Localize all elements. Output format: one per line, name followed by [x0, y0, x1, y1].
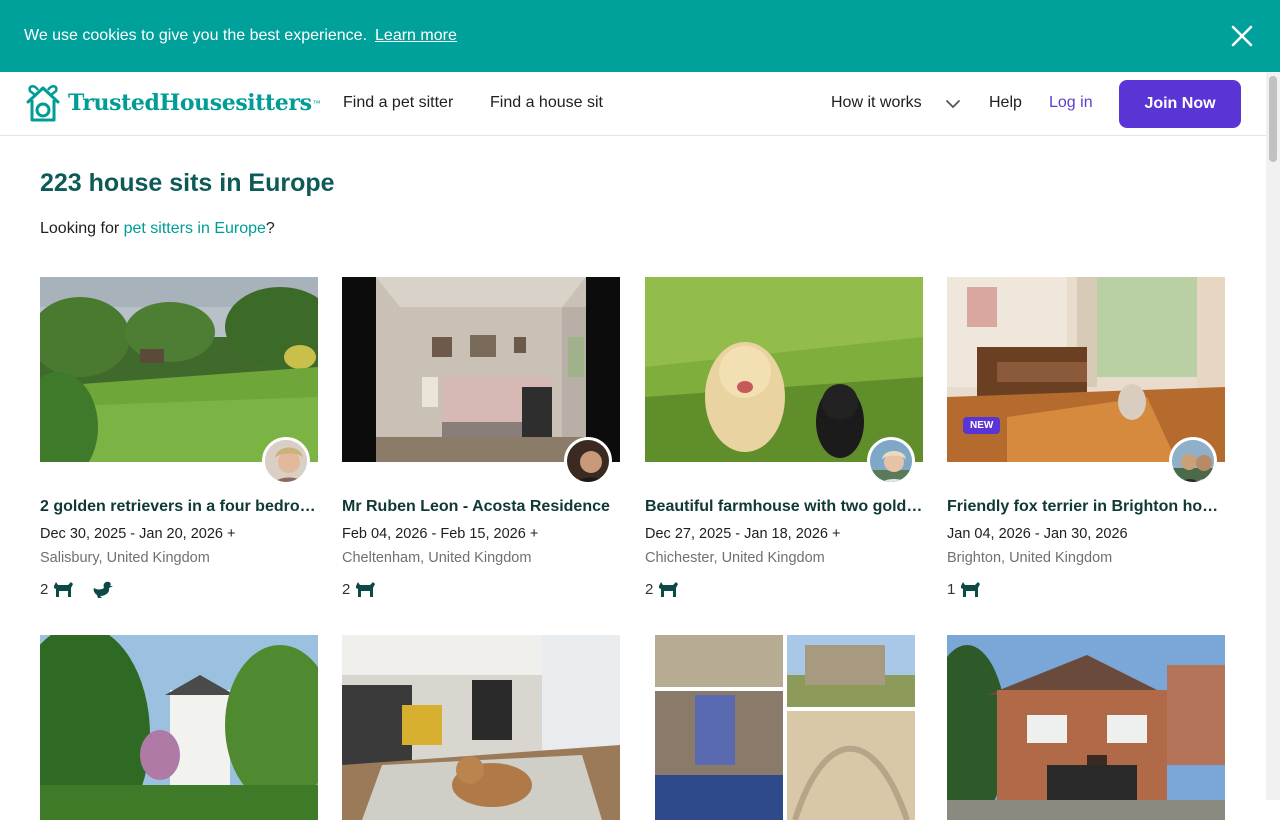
dog-icon	[961, 582, 981, 597]
logo-trademark: ™	[312, 98, 321, 108]
subtitle-suffix: ?	[265, 220, 275, 237]
listing-photo-dogs-field[interactable]	[645, 277, 923, 462]
page-title: 223 house sits in Europe	[40, 169, 335, 197]
listing-card[interactable]	[40, 635, 318, 820]
subtitle-prefix: Looking for	[40, 220, 124, 237]
pet-count: 2	[40, 580, 49, 598]
listing-location: Cheltenham, United Kingdom	[342, 550, 532, 566]
host-avatar[interactable]	[867, 437, 915, 485]
site-header: TrustedHousesitters ™ Find a pet sitter …	[0, 72, 1266, 136]
listing-photo-dining-room[interactable]	[947, 277, 1225, 462]
chevron-down-icon[interactable]	[945, 98, 961, 110]
cookie-banner: We use cookies to give you the best expe…	[0, 0, 1280, 72]
listing-location: Chichester, United Kingdom	[645, 550, 825, 566]
nav-find-house-sit[interactable]: Find a house sit	[490, 94, 603, 112]
listing-photo-brick-house[interactable]	[947, 635, 1225, 820]
listing-photo-bedroom[interactable]	[342, 277, 620, 462]
pet-count: 1	[947, 580, 956, 598]
listing-card[interactable]	[342, 635, 620, 820]
listing-photo-garden[interactable]	[40, 277, 318, 462]
new-badge: NEW	[963, 417, 1001, 434]
close-icon[interactable]	[1230, 24, 1254, 48]
pet-count: 2	[645, 580, 654, 598]
house-heart-logo-icon	[26, 85, 60, 122]
logo-wordmark: TrustedHousesitters	[68, 90, 312, 116]
cookie-text: We use cookies to give you the best expe…	[24, 27, 368, 44]
listing-card[interactable]	[947, 635, 1225, 820]
nav-login[interactable]: Log in	[1049, 94, 1093, 112]
join-now-button[interactable]: Join Now	[1119, 80, 1241, 128]
listing-dates: Jan 04, 2026 - Jan 30, 2026	[947, 526, 1128, 542]
host-avatar[interactable]	[1169, 437, 1217, 485]
bird-icon	[93, 581, 114, 598]
listing-dates: Dec 30, 2025 - Jan 20, 2026 +	[40, 526, 236, 542]
nav-how-it-works[interactable]: How it works	[831, 94, 922, 112]
page-subtitle: Looking for pet sitters in Europe?	[40, 220, 275, 238]
dog-icon	[356, 582, 376, 597]
nav-find-pet-sitter[interactable]: Find a pet sitter	[343, 94, 453, 112]
listing-card[interactable]: Mr Ruben Leon - Acosta Residence Feb 04,…	[342, 277, 620, 598]
listing-card[interactable]: Beautiful farmhouse with two golden dogs…	[645, 277, 923, 598]
listing-pets: 2	[645, 580, 693, 598]
listing-card[interactable]: NEW Friendly fox terrier in Brighton hom…	[947, 277, 1225, 598]
pet-sitters-europe-link[interactable]: pet sitters in Europe	[124, 220, 266, 237]
dog-icon	[659, 582, 679, 597]
listing-location: Salisbury, United Kingdom	[40, 550, 210, 566]
listing-dates: Dec 27, 2025 - Jan 18, 2026 +	[645, 526, 841, 542]
dog-icon	[54, 582, 74, 597]
logo[interactable]: TrustedHousesitters ™	[24, 82, 321, 124]
listing-photo-white-house-garden[interactable]	[40, 635, 318, 820]
listing-photo-cathedral-collage[interactable]	[645, 635, 923, 820]
listing-pets: 1	[947, 580, 995, 598]
listing-pets: 2	[40, 580, 128, 598]
scrollbar-thumb[interactable]	[1269, 76, 1277, 162]
host-avatar[interactable]	[564, 437, 612, 485]
listing-title[interactable]: Beautiful farmhouse with two golden dogs	[645, 498, 923, 516]
cookie-learn-more-link[interactable]: Learn more	[375, 27, 457, 45]
listing-title[interactable]: Friendly fox terrier in Brighton home	[947, 498, 1225, 516]
listing-title[interactable]: Mr Ruben Leon - Acosta Residence	[342, 498, 620, 516]
listing-card[interactable]: 2 golden retrievers in a four bedroom ho…	[40, 277, 318, 598]
listing-title[interactable]: 2 golden retrievers in a four bedroom ho…	[40, 498, 318, 516]
listing-dates: Feb 04, 2026 - Feb 15, 2026 +	[342, 526, 539, 542]
pet-count: 2	[342, 580, 351, 598]
page-scrollbar[interactable]	[1266, 72, 1280, 800]
listing-photo-living-room-dog[interactable]	[342, 635, 620, 820]
listing-card[interactable]	[645, 635, 923, 820]
nav-help[interactable]: Help	[989, 94, 1022, 112]
listing-pets: 2	[342, 580, 390, 598]
host-avatar[interactable]	[262, 437, 310, 485]
listing-location: Brighton, United Kingdom	[947, 550, 1113, 566]
